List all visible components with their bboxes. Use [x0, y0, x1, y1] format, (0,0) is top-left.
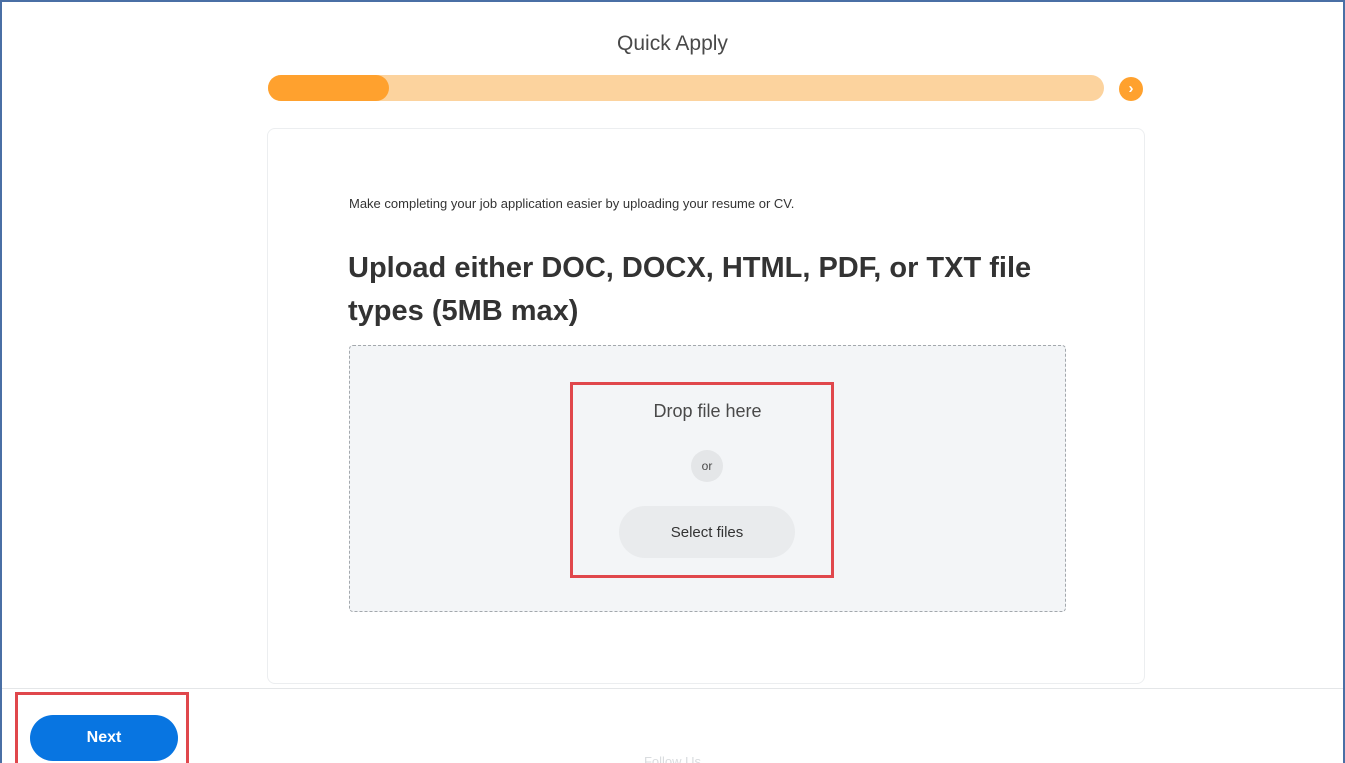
- or-badge: or: [691, 450, 723, 482]
- upload-card: Make completing your job application eas…: [267, 128, 1145, 684]
- application-window: Quick Apply › Make completing your job a…: [0, 0, 1345, 763]
- file-dropzone[interactable]: Drop file here or Select files: [349, 345, 1066, 612]
- footer-divider: [2, 688, 1343, 689]
- progress-bar-fill: [268, 75, 390, 101]
- progress-bar: [268, 75, 1104, 101]
- page-title: Quick Apply: [617, 32, 728, 55]
- drop-file-label: Drop file here: [653, 401, 762, 421]
- intro-text: Make completing your job application eas…: [349, 196, 795, 211]
- next-button[interactable]: Next: [30, 715, 178, 761]
- follow-us-label: Follow Us: [643, 754, 702, 763]
- upload-heading: Upload either DOC, DOCX, HTML, PDF, or T…: [348, 252, 1032, 327]
- select-files-button[interactable]: Select files: [619, 506, 795, 558]
- chevron-right-icon[interactable]: ›: [1119, 77, 1143, 101]
